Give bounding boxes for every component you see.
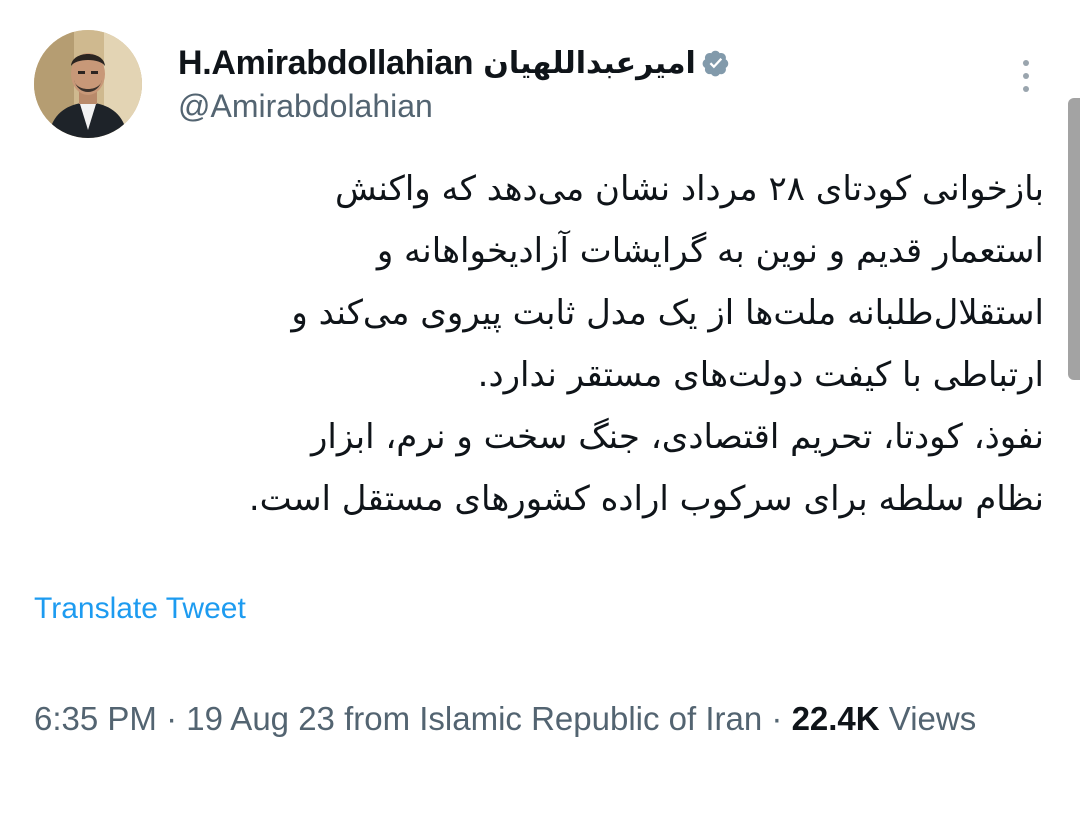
views-count[interactable]: 22.4K (792, 700, 880, 737)
tweet-date[interactable]: 19 Aug 23 (186, 700, 335, 737)
tweet-line: نفوذ، کودتا، تحریم اقتصادی، جنگ سخت و نر… (310, 417, 1044, 457)
tweet-line: نظام سلطه برای سرکوب اراده کشورهای مستقل… (248, 479, 1044, 519)
tweet-line: استقلال‌طلبانه ملت‌ها از یک مدل ثابت پیر… (291, 293, 1044, 333)
user-handle[interactable]: @Amirabdolahian (178, 88, 433, 125)
separator: · (771, 700, 783, 737)
avatar[interactable] (34, 30, 142, 138)
tweet-source: from Islamic Republic of Iran (344, 700, 763, 737)
tweet-metadata: 6:35 PM · 19 Aug 23 from Islamic Republi… (34, 694, 1034, 744)
tweet-line: ارتباطی با کیفت دولت‌های مستقر ندارد. (477, 355, 1044, 395)
tweet-text: بازخوانی کودتای ۲۸ مرداد نشان می‌دهد که … (34, 158, 1044, 530)
more-dot (1023, 73, 1029, 79)
more-dot (1023, 60, 1029, 66)
verified-badge-icon (702, 49, 730, 77)
tweet-line: استعمار قدیم و نوین به گرایشات آزادیخواه… (376, 231, 1044, 271)
views-label[interactable]: Views (889, 700, 976, 737)
profile-photo (34, 30, 142, 138)
display-name-latin[interactable]: H.Amirabdollahian (178, 44, 474, 83)
tweet-time[interactable]: 6:35 PM (34, 700, 157, 737)
translate-tweet-link[interactable]: Translate Tweet (34, 592, 246, 626)
display-name[interactable]: H.Amirabdollahian امیرعبداللهیان (178, 40, 730, 86)
display-name-persian[interactable]: امیرعبداللهیان (483, 46, 696, 81)
more-vertical-icon[interactable] (1006, 52, 1046, 100)
tweet-line: بازخوانی کودتای ۲۸ مرداد نشان می‌دهد که … (335, 169, 1044, 209)
scrollbar[interactable] (1068, 98, 1080, 380)
separator: · (166, 700, 178, 737)
more-dot (1023, 86, 1029, 92)
